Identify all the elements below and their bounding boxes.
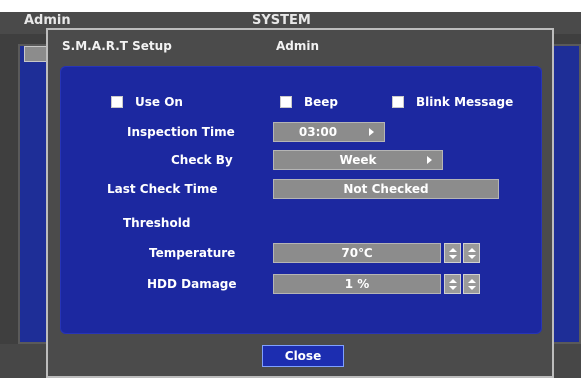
hdd-damage-value: 1 %: [344, 277, 370, 291]
arrow-down-icon: [467, 285, 476, 290]
blink-message-checkbox[interactable]: [392, 96, 404, 108]
inspection-time-label: Inspection Time: [127, 125, 235, 139]
background-title-left: Admin: [24, 13, 71, 28]
hdd-damage-label: HDD Damage: [147, 277, 237, 291]
hdd-damage-spin-right[interactable]: [463, 274, 480, 294]
temperature-label: Temperature: [149, 246, 236, 260]
last-check-time-label: Last Check Time: [107, 182, 218, 196]
temperature-spinner[interactable]: [444, 243, 480, 263]
threshold-heading: Threshold: [123, 216, 191, 230]
chevron-right-icon: [369, 128, 374, 136]
check-by-select[interactable]: Week: [273, 150, 443, 170]
hdd-damage-spinner[interactable]: [444, 274, 480, 294]
temperature-spin-right[interactable]: [463, 243, 480, 263]
beep-option[interactable]: Beep: [280, 95, 338, 109]
arrow-down-icon: [448, 254, 457, 259]
arrow-down-icon: [448, 285, 457, 290]
arrow-up-icon: [448, 278, 457, 283]
check-by-value: Week: [339, 153, 377, 167]
arrow-up-icon: [448, 247, 457, 252]
inspection-time-select[interactable]: 03:00: [273, 122, 385, 142]
last-check-time-value: Not Checked: [343, 182, 429, 196]
dialog-subtitle: Admin: [276, 39, 320, 53]
arrow-up-icon: [467, 278, 476, 283]
settings-panel: Use On Beep Blink Message Inspection Tim…: [60, 66, 542, 334]
arrow-down-icon: [467, 254, 476, 259]
beep-checkbox[interactable]: [280, 96, 292, 108]
temperature-value: 70℃: [341, 246, 373, 260]
temperature-field[interactable]: 70℃: [273, 243, 441, 263]
background-title-center: SYSTEM: [252, 13, 311, 28]
close-button[interactable]: Close: [262, 345, 344, 367]
chevron-right-icon: [427, 156, 432, 164]
last-check-time-field: Not Checked: [273, 179, 499, 199]
hdd-damage-field[interactable]: 1 %: [273, 274, 441, 294]
use-on-label: Use On: [135, 95, 183, 109]
use-on-checkbox[interactable]: [111, 96, 123, 108]
dialog-title: S.M.A.R.T Setup: [62, 39, 172, 53]
arrow-up-icon: [467, 247, 476, 252]
check-by-label: Check By: [171, 153, 233, 167]
inspection-time-value: 03:00: [298, 125, 338, 139]
temperature-spin-left[interactable]: [444, 243, 461, 263]
blink-message-label: Blink Message: [416, 95, 514, 109]
beep-label: Beep: [304, 95, 339, 109]
hdd-damage-spin-left[interactable]: [444, 274, 461, 294]
smart-setup-dialog: S.M.A.R.T Setup Admin Use On Beep Blink …: [46, 28, 554, 378]
use-on-option[interactable]: Use On: [111, 95, 183, 109]
blink-message-option[interactable]: Blink Message: [392, 95, 513, 109]
